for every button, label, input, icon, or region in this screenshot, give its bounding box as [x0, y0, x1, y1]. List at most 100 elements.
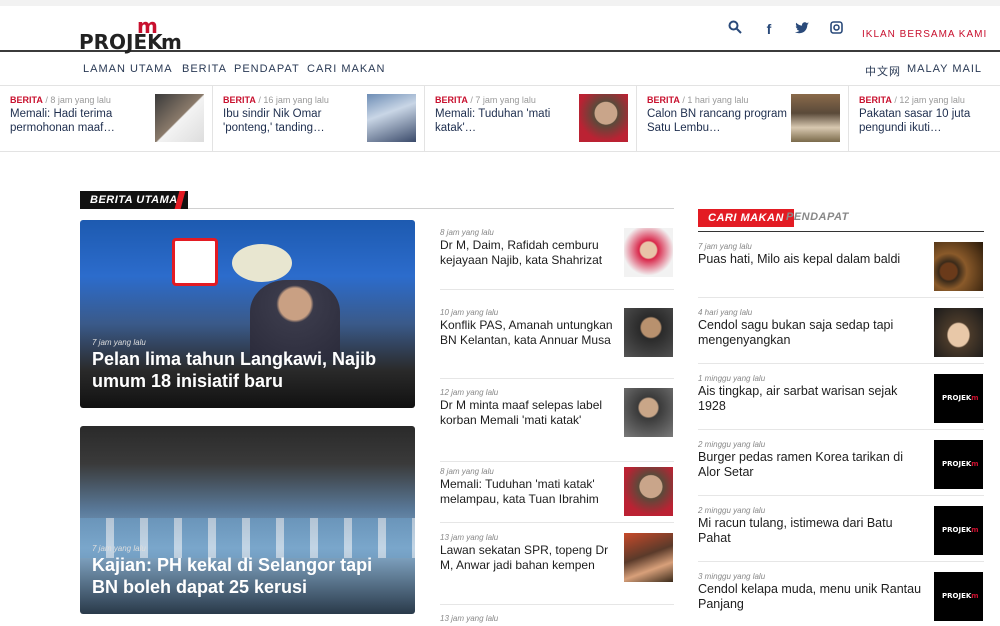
news-ticker: BERITA / 8 jam yang lalu Memali: Hadi te… — [0, 86, 1000, 152]
article-time: 2 minggu yang lalu — [698, 440, 766, 449]
ticker-thumbnail — [579, 94, 628, 142]
list-item[interactable]: 1 minggu yang lalu Ais tingkap, air sarb… — [698, 374, 984, 430]
tab-pendapat[interactable]: PENDAPAT — [786, 211, 849, 223]
article-thumbnail: PROJEKm — [934, 506, 983, 555]
article-title: Burger pedas ramen Korea tarikan di Alor… — [698, 450, 903, 479]
article-thumbnail — [934, 308, 983, 357]
article-thumbnail: PROJEKm — [934, 374, 983, 423]
nav-chinese[interactable]: 中文网 — [865, 63, 901, 79]
ticker-time: / 8 jam yang lalu — [45, 95, 111, 105]
article-time: 12 jam yang lalu — [440, 388, 499, 397]
article-title: Puas hati, Milo ais kepal dalam baldi — [698, 252, 901, 266]
article-thumbnail — [624, 533, 673, 582]
featured-time: 7 jam yang lalu — [92, 544, 146, 553]
ticker-thumbnail — [367, 94, 416, 142]
nav-laman-utama[interactable]: LAMAN UTAMA — [83, 63, 173, 75]
nav-cari-makan[interactable]: CARI MAKAN — [307, 63, 385, 75]
featured-emblem-2 — [232, 244, 292, 282]
list-item[interactable]: 13 jam yang lalu — [440, 614, 674, 626]
featured-time: 7 jam yang lalu — [92, 338, 146, 347]
article-time: 13 jam yang lalu — [440, 614, 499, 623]
ticker-time: / 12 jam yang lalu — [894, 95, 965, 105]
article-time: 1 minggu yang lalu — [698, 374, 766, 383]
ticker-title: Calon BN rancang program Satu Lembu… — [647, 108, 787, 134]
thumbnail-logo: PROJEKm — [942, 394, 979, 402]
article-thumbnail — [624, 308, 673, 357]
ticker-item[interactable]: BERITA / 1 hari yang lalu Calon BN ranca… — [637, 86, 849, 152]
logo-m-tail: m — [161, 30, 182, 54]
ticker-title: Pakatan sasar 10 juta pengundi ikuti… — [859, 108, 971, 134]
logo-text: PROJEK — [79, 30, 163, 54]
featured-title: Pelan lima tahun Langkawi, Najib umum 18… — [92, 349, 377, 391]
article-thumbnail — [624, 388, 673, 437]
article-time: 2 minggu yang lalu — [698, 506, 766, 515]
article-title: Lawan sekatan SPR, topeng Dr M, Anwar ja… — [440, 543, 609, 572]
nav-malay-mail[interactable]: MALAY MAIL — [907, 63, 982, 75]
ticker-thumbnail — [155, 94, 204, 142]
featured-article[interactable]: 7 jam yang lalu Pelan lima tahun Langkaw… — [80, 220, 415, 408]
ticker-title: Memali: Hadi terima permohonan maaf… — [10, 108, 115, 134]
ticker-time: / 16 jam yang lalu — [258, 95, 329, 105]
list-item[interactable]: 8 jam yang lalu Memali: Tuduhan 'mati ka… — [440, 467, 674, 523]
section-berita-utama[interactable]: BERITA UTAMA — [80, 191, 188, 209]
iklan-link[interactable]: IKLAN BERSAMA KAMI — [862, 29, 987, 40]
ticker-time: / 7 jam yang lalu — [470, 95, 536, 105]
list-item[interactable]: 8 jam yang lalu Dr M, Daim, Rafidah cemb… — [440, 228, 674, 290]
nav-pendapat[interactable]: PENDAPAT — [234, 63, 300, 75]
site-header: m PROJEK m f IKLAN BERSAMA KAMI — [0, 0, 1000, 54]
article-thumbnail: PROJEKm — [934, 440, 983, 489]
article-time: 8 jam yang lalu — [440, 228, 494, 237]
list-item[interactable]: 4 hari yang lalu Cendol sagu bukan saja … — [698, 308, 984, 364]
ticker-item[interactable]: BERITA / 16 jam yang lalu Ibu sindir Nik… — [213, 86, 425, 152]
article-thumbnail — [624, 467, 673, 516]
ticker-item[interactable]: BERITA / 12 jam yang lalu Pakatan sasar … — [849, 86, 1000, 152]
list-item[interactable]: 3 minggu yang lalu Cendol kelapa muda, m… — [698, 572, 984, 626]
ticker-category: BERITA — [647, 95, 680, 105]
featured-emblem — [172, 238, 218, 286]
article-thumbnail — [624, 228, 673, 277]
article-time: 3 minggu yang lalu — [698, 572, 766, 581]
tab-cari-makan[interactable]: CARI MAKAN — [698, 209, 794, 227]
article-title: Memali: Tuduhan 'mati katak' melampau, k… — [440, 477, 599, 506]
article-title: Dr M minta maaf selepas label korban Mem… — [440, 398, 603, 427]
list-item[interactable]: 13 jam yang lalu Lawan sekatan SPR, tope… — [440, 533, 674, 605]
article-time: 10 jam yang lalu — [440, 308, 499, 317]
ticker-title: Ibu sindir Nik Omar 'ponteng,' tanding… — [223, 108, 325, 134]
thumbnail-logo: PROJEKm — [942, 526, 979, 534]
ticker-title: Memali: Tuduhan 'mati katak'… — [435, 108, 551, 134]
article-title: Mi racun tulang, istimewa dari Batu Paha… — [698, 516, 893, 545]
article-time: 7 jam yang lalu — [698, 242, 752, 251]
instagram-icon[interactable] — [828, 20, 844, 38]
ticker-time: / 1 hari yang lalu — [682, 95, 749, 105]
article-title: Konflik PAS, Amanah untungkan BN Kelanta… — [440, 318, 613, 347]
thumbnail-logo: PROJEKm — [942, 592, 979, 600]
thumbnail-logo: PROJEKm — [942, 460, 979, 468]
side-divider — [698, 231, 984, 232]
article-title: Cendol sagu bukan saja sedap tapi mengen… — [698, 318, 894, 347]
ticker-category: BERITA — [859, 95, 892, 105]
search-icon[interactable] — [727, 20, 743, 38]
article-title: Dr M, Daim, Rafidah cemburu kejayaan Naj… — [440, 238, 603, 267]
featured-article[interactable]: 7 jam yang lalu Kajian: PH kekal di Sela… — [80, 426, 415, 614]
article-time: 4 hari yang lalu — [698, 308, 753, 317]
main-nav: LAMAN UTAMA BERITA PENDAPAT CARI MAKAN 中… — [0, 52, 1000, 86]
ticker-category: BERITA — [435, 95, 468, 105]
ticker-item[interactable]: BERITA / 8 jam yang lalu Memali: Hadi te… — [0, 86, 213, 152]
article-time: 13 jam yang lalu — [440, 533, 499, 542]
list-item[interactable]: 7 jam yang lalu Puas hati, Milo ais kepa… — [698, 242, 984, 298]
ticker-category: BERITA — [10, 95, 43, 105]
article-thumbnail: PROJEKm — [934, 572, 983, 621]
twitter-icon[interactable] — [794, 20, 810, 38]
list-item[interactable]: 10 jam yang lalu Konflik PAS, Amanah unt… — [440, 308, 674, 379]
article-title: Cendol kelapa muda, menu unik Rantau Pan… — [698, 582, 922, 611]
ticker-item[interactable]: BERITA / 7 jam yang lalu Memali: Tuduhan… — [425, 86, 637, 152]
ticker-category: BERITA — [223, 95, 256, 105]
ticker-thumbnail — [791, 94, 840, 142]
list-item[interactable]: 2 minggu yang lalu Mi racun tulang, isti… — [698, 506, 984, 562]
article-time: 8 jam yang lalu — [440, 467, 494, 476]
list-item[interactable]: 12 jam yang lalu Dr M minta maaf selepas… — [440, 388, 674, 462]
list-item[interactable]: 2 minggu yang lalu Burger pedas ramen Ko… — [698, 440, 984, 496]
nav-berita[interactable]: BERITA — [182, 63, 227, 75]
article-thumbnail — [934, 242, 983, 291]
facebook-icon[interactable]: f — [761, 20, 777, 38]
